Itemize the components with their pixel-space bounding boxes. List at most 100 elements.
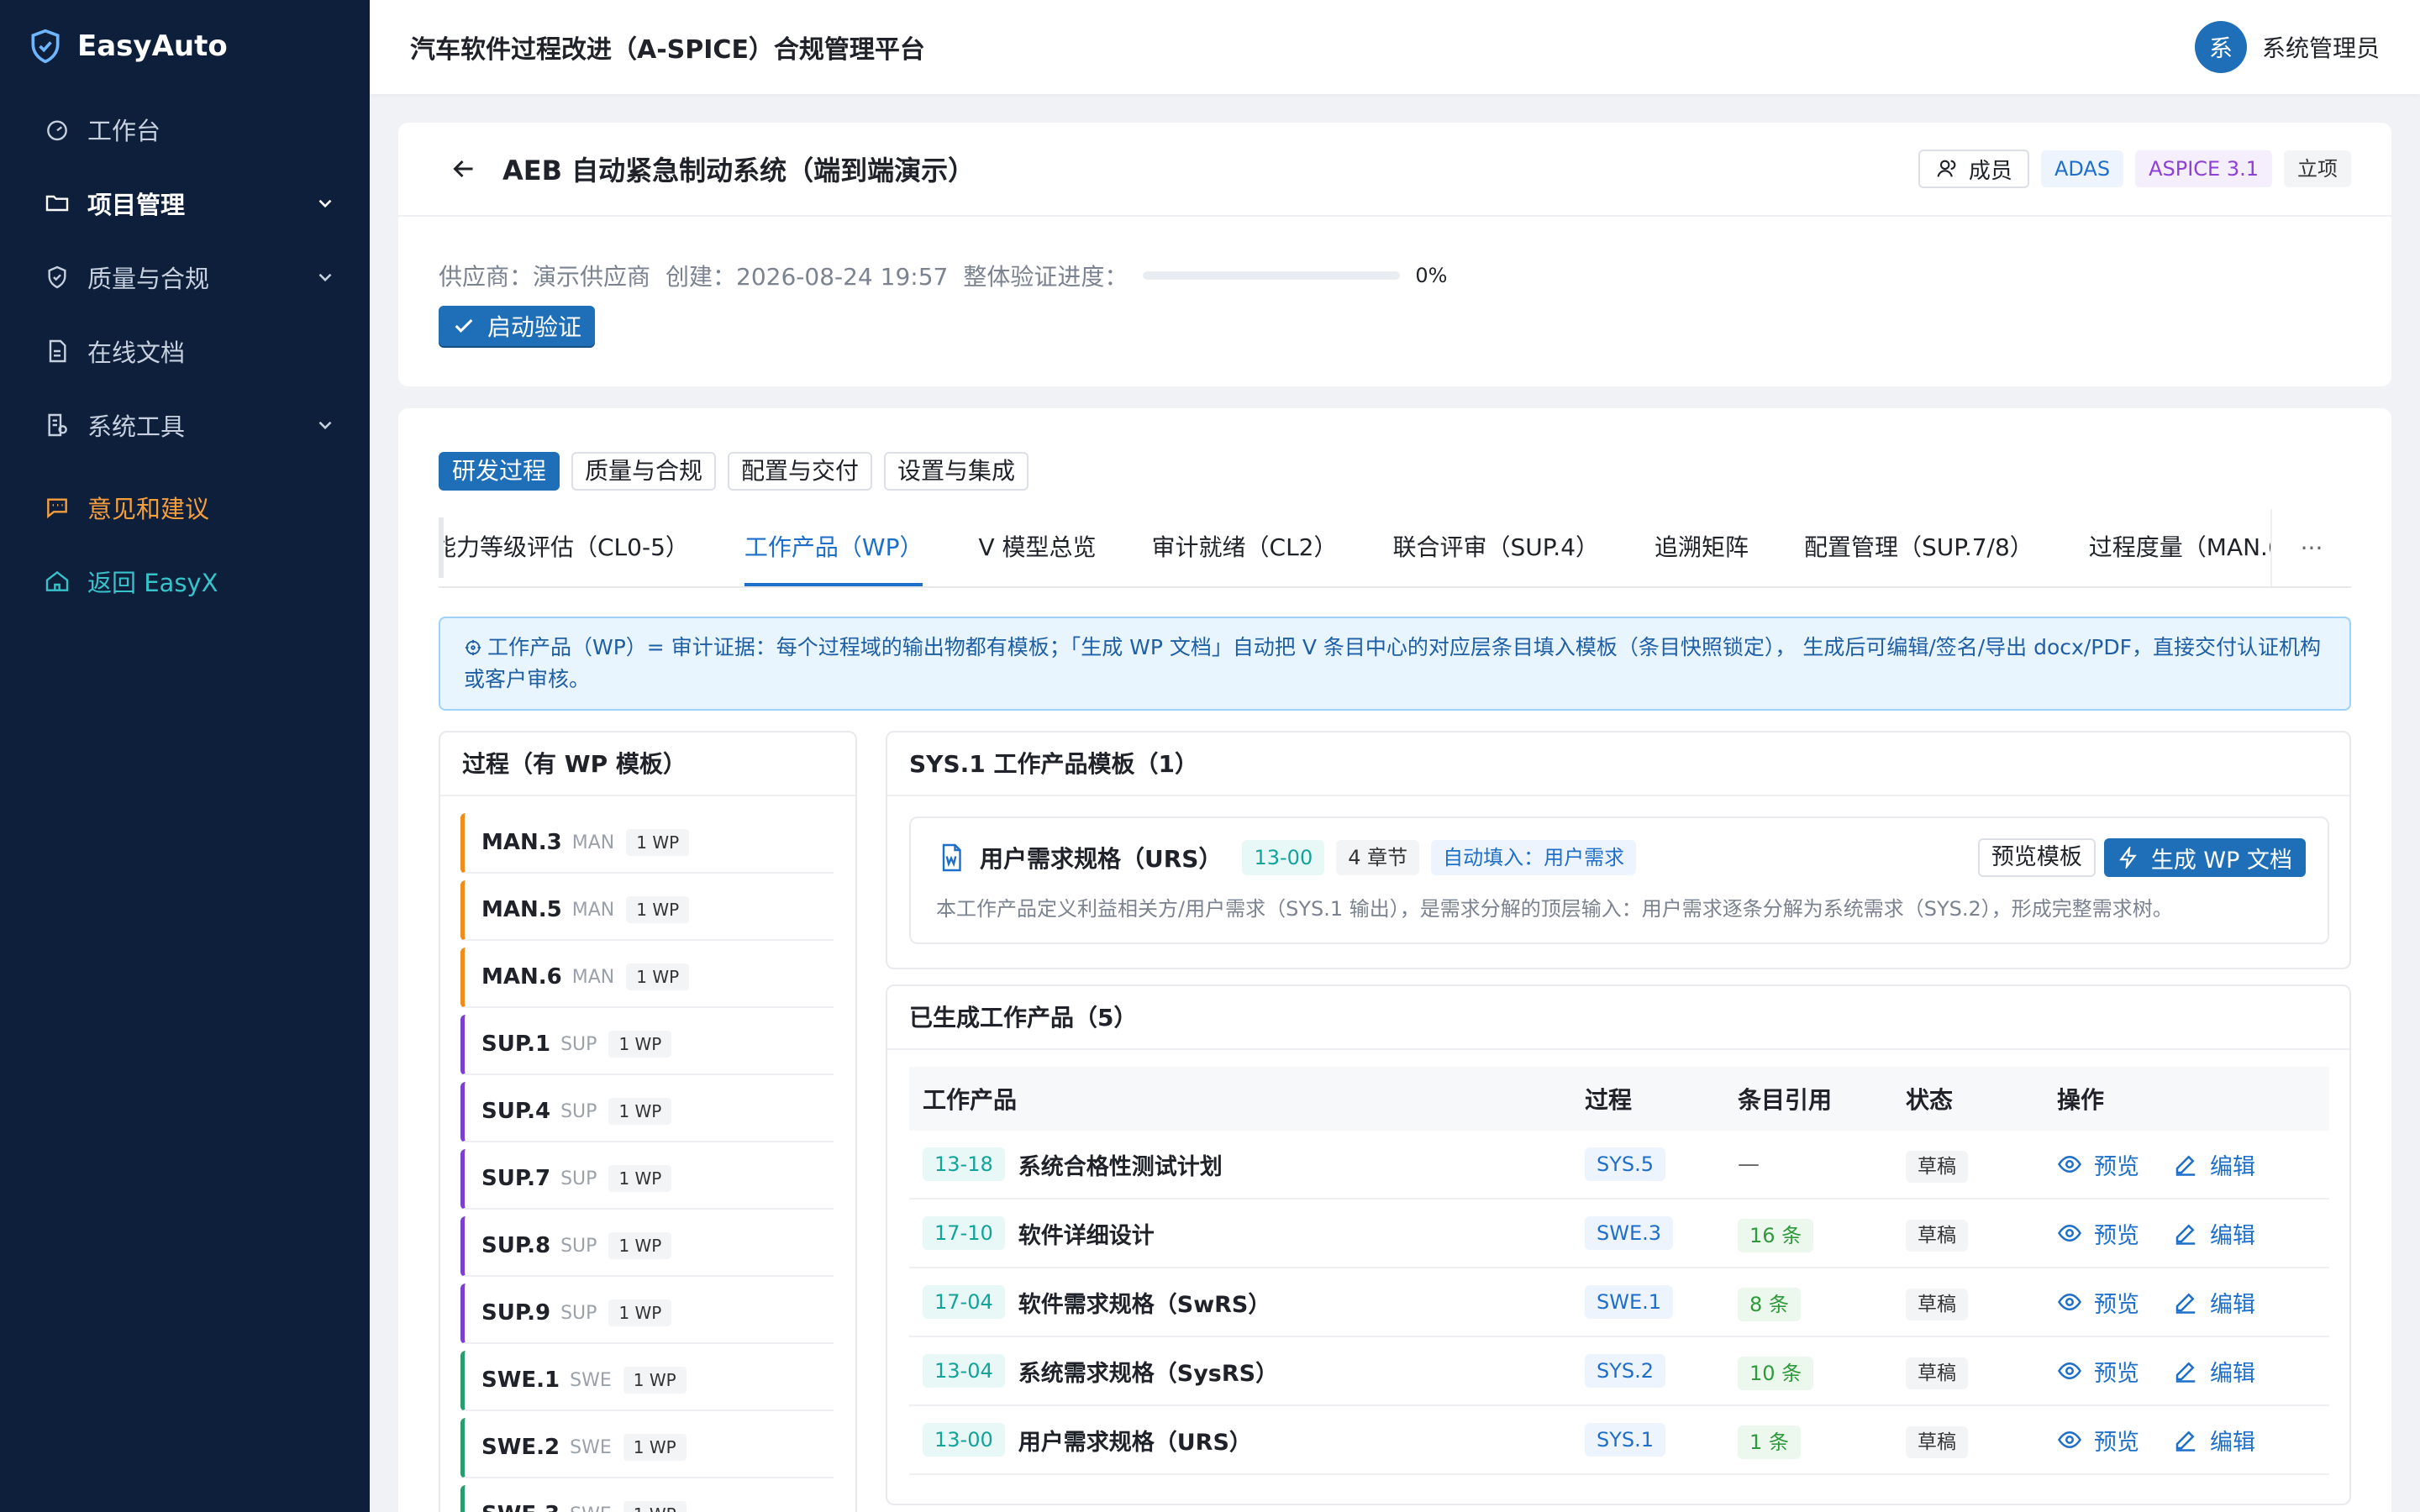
preview-button[interactable]: 预览 [2057,1424,2139,1457]
user-name[interactable]: 系统管理员 [2262,30,2380,64]
process-chip: SYS.1 [1585,1423,1666,1457]
back-arrow-icon[interactable] [449,154,479,184]
edit-label: 编辑 [2210,1222,2255,1249]
process-item-swe2[interactable]: SWE.2 SWE 1 WP [460,1418,834,1478]
wp-count-badge: 1 WP [623,1434,687,1461]
process-item-man5[interactable]: MAN.5 MAN 1 WP [460,880,834,941]
sub-tab-strip: 能力等级评估（CL0-5） 工作产品（WP） V 模型总览 审计就绪（CL2） … [439,509,2334,586]
sidebar-item-feedback[interactable]: 意见和建议 [0,470,370,544]
generated-panel-title: 已生成工作产品（5） [887,986,2349,1050]
wp-name[interactable]: 软件详细设计 [1018,1217,1155,1250]
tab-config-delivery[interactable]: 配置与交付 [728,452,873,491]
edit-button[interactable]: 编辑 [2173,1286,2255,1319]
sidebar-item-project-management[interactable]: 项目管理 [0,166,370,240]
progress-label: 整体验证进度： [963,263,1128,291]
chevron-down-icon[interactable] [314,192,336,214]
edit-label: 编辑 [2210,1153,2255,1180]
sidebar-item-quality[interactable]: 质量与合规 [0,240,370,314]
wp-name[interactable]: 软件需求规格（SwRS） [1018,1286,1271,1319]
sidebar-item-online-docs[interactable]: 在线文档 [0,314,370,388]
tab-v-model[interactable]: V 模型总览 [950,509,1123,586]
process-code: SUP.4 [481,1099,551,1124]
wp-name[interactable]: 系统合格性测试计划 [1018,1148,1223,1181]
info-text: 工作产品（WP）= 审计证据：每个过程域的输出物都有模板；「生成 WP 文档」自… [464,635,2321,691]
process-group: SUP [560,1168,597,1189]
edit-button[interactable]: 编辑 [2173,1217,2255,1250]
process-code: SUP.7 [481,1166,551,1191]
process-item-sup8[interactable]: SUP.8 SUP 1 WP [460,1216,834,1277]
main-card: 研发过程 质量与合规 配置与交付 设置与集成 能力等级评估（CL0-5） 工作产… [398,408,2391,1512]
status-badge: 草稿 [1906,1426,1968,1458]
tab-work-products[interactable]: 工作产品（WP） [717,509,951,586]
process-item-sup4[interactable]: SUP.4 SUP 1 WP [460,1082,834,1142]
process-item-man3[interactable]: MAN.3 MAN 1 WP [460,813,834,874]
preview-label: 预览 [2094,1222,2139,1249]
eye-icon [2058,1155,2081,1173]
sidebar-item-system-tools[interactable]: 系统工具 [0,388,370,462]
process-item-sup9[interactable]: SUP.9 SUP 1 WP [460,1284,834,1344]
tab-audit-ready[interactable]: 审计就绪（CL2） [1124,509,1365,586]
more-tabs-button[interactable]: ··· [2270,509,2351,586]
process-chip: SWE.1 [1585,1285,1674,1319]
progress-bar [1143,271,1401,280]
segment-tabs: 研发过程 质量与合规 配置与交付 设置与集成 [439,452,1029,491]
wp-count-badge: 1 WP [623,1367,687,1394]
user-menu[interactable]: 系 系统管理员 [2194,21,2380,73]
process-group: SWE [570,1504,612,1512]
wp-name[interactable]: 系统需求规格（SysRS） [1018,1355,1278,1388]
eye-icon [2058,1431,2081,1449]
edit-button[interactable]: 编辑 [2173,1424,2255,1457]
template-autofill: 自动填入：用户需求 [1431,840,1637,875]
edit-button[interactable]: 编辑 [2173,1355,2255,1388]
process-item-man6[interactable]: MAN.6 MAN 1 WP [460,948,834,1008]
table-row: 17-10 软件详细设计 SWE.3 16 条 草稿 预览 编辑 [909,1200,2329,1268]
tab-settings-integration[interactable]: 设置与集成 [884,452,1029,491]
item-refs: 16 条 [1738,1218,1814,1252]
tab-capability-level[interactable]: 能力等级评估（CL0-5） [439,509,717,586]
avatar[interactable]: 系 [2194,21,2247,73]
wp-name[interactable]: 用户需求规格（URS） [1018,1424,1252,1457]
preview-button[interactable]: 预览 [2057,1217,2139,1250]
brand[interactable]: EasyAuto [0,0,370,92]
tab-dev-process[interactable]: 研发过程 [439,452,560,491]
brand-name: EasyAuto [77,29,228,63]
table-row: 13-00 用户需求规格（URS） SYS.1 1 条 草稿 预览 编辑 [909,1406,2329,1475]
tab-quality[interactable]: 质量与合规 [571,452,717,491]
project-header: AEB 自动紧急制动系统（端到端演示） 成员 ADAS ASPICE 3.1 立… [398,123,2391,217]
start-validation-button[interactable]: 启动验证 [439,306,596,346]
process-group: MAN [571,899,615,921]
item-refs: 1 条 [1738,1425,1801,1459]
home-icon [44,568,71,595]
column-header: 条目引用 [1738,1086,1833,1114]
preview-button[interactable]: 预览 [2057,1148,2139,1181]
pencil-icon [2175,1362,2196,1383]
sidebar-item-label: 工作台 [87,117,161,145]
sidebar-item-back-easyx[interactable]: 返回 EasyX [0,544,370,618]
tab-trace-matrix[interactable]: 追溯矩阵 [1627,509,1776,586]
process-chip: SYS.5 [1585,1147,1666,1181]
process-item-swe3[interactable]: SWE.3 SWE 1 WP [460,1485,834,1512]
process-item-sup7[interactable]: SUP.7 SUP 1 WP [460,1149,834,1210]
process-item-swe1[interactable]: SWE.1 SWE 1 WP [460,1351,834,1411]
tab-joint-review[interactable]: 联合评审（SUP.4） [1365,509,1628,586]
scroll-edge-left [439,517,444,578]
pencil-icon [2175,1224,2196,1245]
edit-button[interactable]: 编辑 [2173,1148,2255,1181]
chevron-down-icon[interactable] [314,414,336,436]
sidebar-item-workbench[interactable]: 工作台 [0,92,370,166]
generate-wp-button[interactable]: 生成 WP 文档 [2103,838,2306,877]
eye-icon [2058,1293,2081,1311]
preview-template-button[interactable]: 预览模板 [1977,838,2096,877]
top-bar: 汽车软件过程改进（A-SPICE）合规管理平台 系 系统管理员 [370,0,2420,94]
preview-button[interactable]: 预览 [2057,1286,2139,1319]
process-item-sup1[interactable]: SUP.1 SUP 1 WP [460,1015,834,1075]
chevron-down-icon[interactable] [314,266,336,288]
members-button[interactable]: 成员 [1918,150,2029,188]
pencil-icon [2175,1431,2196,1452]
column-header: 工作产品 [923,1086,1018,1114]
word-document-icon [942,843,961,872]
tab-config-management[interactable]: 配置管理（SUP.7/8） [1776,509,2061,586]
template-name: 用户需求规格（URS） [980,845,1223,873]
preview-button[interactable]: 预览 [2057,1355,2139,1388]
shield-check-icon [31,29,60,64]
